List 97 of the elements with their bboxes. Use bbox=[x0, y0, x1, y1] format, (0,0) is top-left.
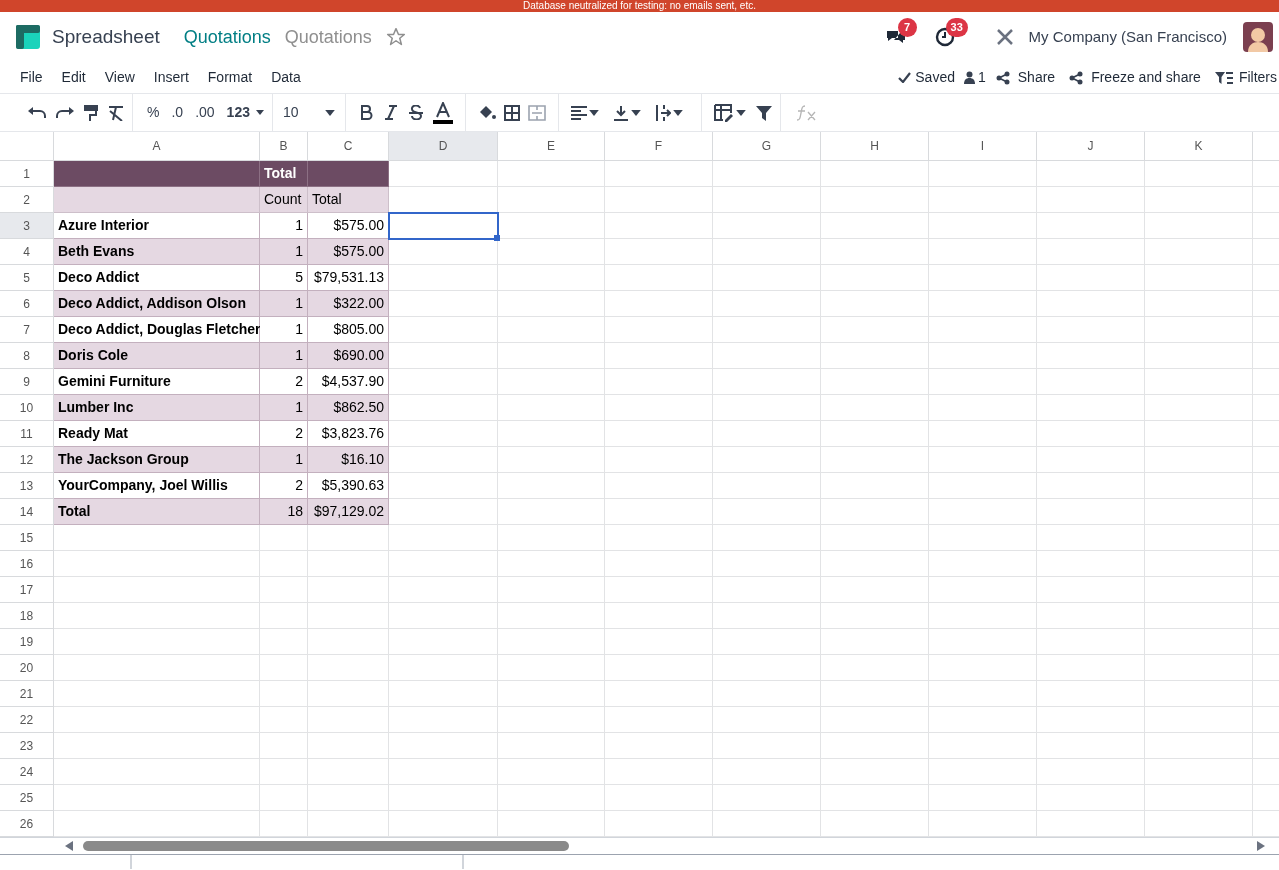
banner-text: Database neutralized for testing: no emails sent, etc. bbox=[523, 0, 756, 12]
column-heading[interactable]: Total bbox=[308, 187, 389, 213]
table-cell[interactable]: 1 bbox=[260, 291, 308, 317]
row-heading[interactable]: Deco Addict, Douglas Fletcher bbox=[54, 317, 260, 343]
table-cell[interactable]: 5 bbox=[260, 265, 308, 291]
format-button[interactable]: .0 bbox=[165, 102, 190, 123]
notification-badge: 33 bbox=[945, 18, 968, 37]
app-name[interactable]: Spreadsheet bbox=[52, 22, 160, 52]
row-header[interactable]: 24 bbox=[0, 759, 54, 785]
table-cell[interactable]: 2 bbox=[260, 369, 308, 395]
table-cell[interactable]: 1 bbox=[260, 447, 308, 473]
freeze-and-share-button[interactable]: Freeze and share bbox=[1069, 67, 1201, 88]
row-header[interactable]: 17 bbox=[0, 577, 54, 603]
row-header[interactable]: 20 bbox=[0, 655, 54, 681]
table-cell[interactable]: $3,823.76 bbox=[308, 421, 389, 447]
format-button[interactable]: .00 bbox=[189, 102, 221, 123]
format-button[interactable]: % bbox=[141, 102, 166, 123]
row-header[interactable]: 21 bbox=[0, 681, 54, 707]
row-header[interactable]: 23 bbox=[0, 733, 54, 759]
row-heading[interactable]: Beth Evans bbox=[54, 239, 260, 265]
row-heading[interactable]: YourCompany, Joel Willis bbox=[54, 473, 260, 499]
row-header[interactable]: 16 bbox=[0, 551, 54, 577]
row-heading[interactable]: Deco Addict bbox=[54, 265, 260, 291]
column-header[interactable]: B bbox=[260, 132, 308, 161]
table-cell[interactable]: $862.50 bbox=[308, 395, 389, 421]
column-header[interactable]: H bbox=[821, 132, 929, 161]
row-header[interactable]: 12 bbox=[0, 447, 54, 473]
row-heading[interactable]: Doris Cole bbox=[54, 343, 260, 369]
row-header[interactable]: 5 bbox=[0, 265, 54, 291]
table-cell[interactable]: $97,129.02 bbox=[308, 499, 389, 525]
row-header[interactable]: 15 bbox=[0, 525, 54, 551]
row-heading[interactable]: Lumber Inc bbox=[54, 395, 260, 421]
format-button[interactable]: 123 bbox=[220, 102, 256, 123]
row-heading[interactable]: Ready Mat bbox=[54, 421, 260, 447]
row-heading[interactable]: Azure Interior bbox=[54, 213, 260, 239]
table-cell[interactable]: $16.10 bbox=[308, 447, 389, 473]
table-cell[interactable]: 1 bbox=[260, 343, 308, 369]
column-header[interactable]: E bbox=[498, 132, 605, 161]
font-size-dropdown[interactable]: 10 bbox=[280, 102, 337, 123]
table-cell[interactable]: 18 bbox=[260, 499, 308, 525]
table-cell[interactable]: 2 bbox=[260, 473, 308, 499]
table-cell[interactable]: $4,537.90 bbox=[308, 369, 389, 395]
table-cell[interactable]: 2 bbox=[260, 421, 308, 447]
row-header[interactable]: 13 bbox=[0, 473, 54, 499]
saved-status: Saved bbox=[915, 68, 955, 87]
table-cell[interactable]: 1 bbox=[260, 317, 308, 343]
menu-item[interactable]: File bbox=[20, 67, 43, 88]
filters-button[interactable]: Filters bbox=[1214, 67, 1277, 88]
row-header[interactable]: 3 bbox=[0, 213, 54, 239]
row-header[interactable]: 9 bbox=[0, 369, 54, 395]
row-header[interactable]: 6 bbox=[0, 291, 54, 317]
row-header[interactable]: 1 bbox=[0, 161, 54, 187]
share-button[interactable]: Share bbox=[995, 67, 1056, 88]
column-header[interactable]: F bbox=[605, 132, 713, 161]
table-cell[interactable]: $322.00 bbox=[308, 291, 389, 317]
column-header[interactable]: I bbox=[929, 132, 1037, 161]
row-header[interactable]: 2 bbox=[0, 187, 54, 213]
table-cell[interactable]: $79,531.13 bbox=[308, 265, 389, 291]
row-heading[interactable]: Gemini Furniture bbox=[54, 369, 260, 395]
row-header[interactable]: 14 bbox=[0, 499, 54, 525]
notification-badge: 7 bbox=[897, 18, 917, 37]
table-cell[interactable]: $805.00 bbox=[308, 317, 389, 343]
row-heading[interactable]: Deco Addict, Addison Olson bbox=[54, 291, 260, 317]
column-header[interactable]: A bbox=[54, 132, 260, 161]
table-cell[interactable]: 1 bbox=[260, 395, 308, 421]
row-header[interactable]: 22 bbox=[0, 707, 54, 733]
menu-item[interactable]: Edit bbox=[61, 67, 86, 88]
row-heading[interactable]: Total bbox=[54, 499, 260, 525]
column-header[interactable]: K bbox=[1145, 132, 1253, 161]
row-header[interactable]: 18 bbox=[0, 603, 54, 629]
row-header[interactable]: 25 bbox=[0, 785, 54, 811]
table-cell[interactable]: $690.00 bbox=[308, 343, 389, 369]
row-header[interactable]: 11 bbox=[0, 421, 54, 447]
table-cell[interactable]: 1 bbox=[260, 239, 308, 265]
table-cell[interactable]: $575.00 bbox=[308, 239, 389, 265]
user-count: 1 bbox=[978, 68, 986, 87]
column-header[interactable]: J bbox=[1037, 132, 1145, 161]
column-heading[interactable]: Count bbox=[260, 187, 308, 213]
menu-item[interactable]: Data bbox=[271, 67, 301, 88]
row-heading[interactable]: The Jackson Group bbox=[54, 447, 260, 473]
table-cell[interactable]: $5,390.63 bbox=[308, 473, 389, 499]
column-header[interactable]: D bbox=[389, 132, 498, 161]
row-header[interactable]: 10 bbox=[0, 395, 54, 421]
menu-item[interactable]: Insert bbox=[153, 67, 189, 88]
column-heading[interactable]: Total bbox=[260, 161, 308, 187]
column-header[interactable]: G bbox=[713, 132, 821, 161]
row-header[interactable]: 8 bbox=[0, 343, 54, 369]
company-switcher[interactable]: My Company (San Francisco) bbox=[1028, 25, 1227, 49]
row-header[interactable]: 4 bbox=[0, 239, 54, 265]
menu-item[interactable]: View bbox=[104, 67, 135, 88]
breadcrumb-link[interactable]: Quotations bbox=[183, 23, 271, 51]
menu-item[interactable]: Format bbox=[207, 67, 253, 88]
row-header[interactable]: 19 bbox=[0, 629, 54, 655]
row-header[interactable]: 26 bbox=[0, 811, 54, 837]
column-header[interactable]: C bbox=[308, 132, 389, 161]
table-cell[interactable]: 1 bbox=[260, 213, 308, 239]
row-header[interactable]: 7 bbox=[0, 317, 54, 343]
